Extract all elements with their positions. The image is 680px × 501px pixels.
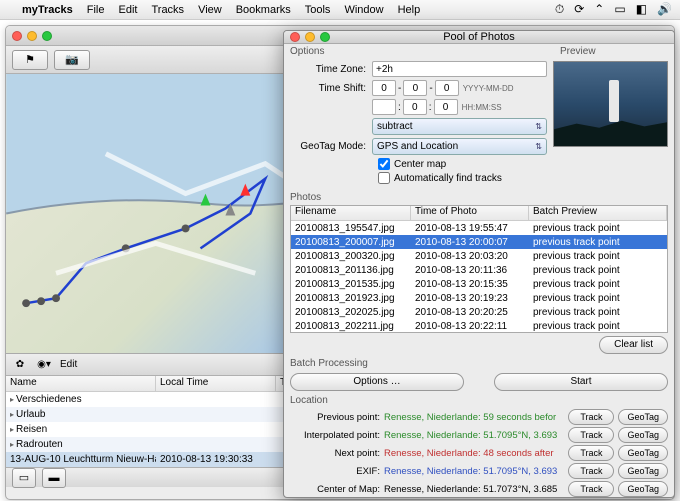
display-icon[interactable]: ▭ xyxy=(614,2,625,17)
eye-icon[interactable]: ◉▾ xyxy=(36,359,52,370)
pool-title: Pool of Photos xyxy=(443,31,515,43)
gear-icon[interactable]: ✿ xyxy=(12,359,28,370)
center-map-checkbox[interactable]: Center map xyxy=(378,158,547,170)
table-row[interactable]: 20100813_202025.jpg2010-08-13 20:20:25pr… xyxy=(291,305,667,319)
geotag-button[interactable]: GeoTag xyxy=(618,481,668,497)
volume-icon[interactable]: 🔊 xyxy=(657,2,672,17)
location-row: Interpolated point:Renesse, Niederlande:… xyxy=(290,426,668,444)
menu-tracks[interactable]: Tracks xyxy=(151,4,184,16)
app-menu[interactable]: myTracks xyxy=(22,4,73,16)
auto-find-checkbox[interactable]: Automatically find tracks xyxy=(378,172,547,184)
tz-label: Time Zone: xyxy=(290,64,372,75)
track-button[interactable]: Track xyxy=(568,481,614,497)
table-row[interactable]: 20100813_201535.jpg2010-08-13 20:15:35pr… xyxy=(291,277,667,291)
menu-edit[interactable]: Edit xyxy=(119,4,138,16)
location-row: EXIF:Renesse, Niederlande: 51.7095°N, 3.… xyxy=(290,462,668,480)
photos-label: Photos xyxy=(284,190,674,203)
pool-window: Pool of Photos Options Preview Time Zone… xyxy=(283,30,675,498)
options-panel: Time Zone: Time Shift: - - YYYY-MM-DD : … xyxy=(290,61,547,186)
shift-month[interactable] xyxy=(403,80,427,96)
close-icon[interactable] xyxy=(12,31,22,41)
geotag-mode-select[interactable]: GPS and Location xyxy=(372,138,547,155)
add-track-button[interactable]: ▭ xyxy=(12,468,36,488)
geotag-button[interactable]: GeoTag xyxy=(618,445,668,461)
table-row[interactable]: 20100813_195547.jpg2010-08-13 19:55:47pr… xyxy=(291,221,667,235)
timezone-input[interactable] xyxy=(372,61,547,77)
track-button[interactable]: Track xyxy=(568,427,614,443)
hint-date: YYYY-MM-DD xyxy=(459,84,514,93)
photo-table: Filename Time of Photo Batch Preview 201… xyxy=(290,205,668,333)
track-button[interactable]: Track xyxy=(568,409,614,425)
zoom-icon[interactable] xyxy=(42,31,52,41)
pool-titlebar: Pool of Photos xyxy=(284,31,674,44)
shift-min[interactable] xyxy=(403,99,427,115)
shift-year[interactable] xyxy=(372,80,396,96)
folder-button[interactable]: ▬ xyxy=(42,468,66,488)
sync-icon[interactable]: ⟳ xyxy=(574,2,584,17)
mode-label: GeoTag Mode: xyxy=(290,141,372,152)
shift-day[interactable] xyxy=(435,80,459,96)
table-row[interactable]: 20100813_200007.jpg2010-08-13 20:00:07pr… xyxy=(291,235,667,249)
geotag-button[interactable]: GeoTag xyxy=(618,427,668,443)
clock-icon[interactable]: ⏱ xyxy=(555,2,564,17)
batch-options-button[interactable]: Options … xyxy=(290,373,464,391)
col-name[interactable]: Name xyxy=(6,376,156,391)
geotag-button[interactable]: GeoTag xyxy=(618,463,668,479)
shift-sec[interactable] xyxy=(434,99,458,115)
col-localtime[interactable]: Local Time xyxy=(156,376,276,391)
preview-panel xyxy=(553,61,668,186)
minimize-icon[interactable] xyxy=(27,31,37,41)
zoom-icon[interactable] xyxy=(320,32,330,42)
location-row: Center of Map:Renesse, Niederlande: 51.7… xyxy=(290,480,668,498)
location-row: Previous point:Renesse, Niederlande: 59 … xyxy=(290,408,668,426)
camera-button[interactable]: 📷 xyxy=(54,50,90,70)
menu-tools[interactable]: Tools xyxy=(305,4,331,16)
wifi-icon[interactable]: ⌃ xyxy=(594,2,604,17)
hint-time: HH:MM:SS xyxy=(458,103,502,112)
col-batchpreview[interactable]: Batch Preview xyxy=(529,206,667,220)
location-row: Next point:Renesse, Niederlande: 48 seco… xyxy=(290,444,668,462)
preview-image xyxy=(553,61,668,147)
track-button[interactable]: Track xyxy=(568,463,614,479)
track-button[interactable]: Track xyxy=(568,445,614,461)
shift-hour[interactable] xyxy=(372,99,396,115)
clear-list-button[interactable]: Clear list xyxy=(599,336,668,354)
geotag-button[interactable]: GeoTag xyxy=(618,409,668,425)
table-row[interactable]: 20100813_201923.jpg2010-08-13 20:19:23pr… xyxy=(291,291,667,305)
table-row[interactable]: 20100813_201136.jpg2010-08-13 20:11:36pr… xyxy=(291,263,667,277)
batch-start-button[interactable]: Start xyxy=(494,373,668,391)
col-phototime[interactable]: Time of Photo xyxy=(411,206,529,220)
close-icon[interactable] xyxy=(290,32,300,42)
shift-op-select[interactable]: subtract xyxy=(372,118,547,135)
col-filename[interactable]: Filename xyxy=(291,206,411,220)
menu-bookmarks[interactable]: Bookmarks xyxy=(236,4,291,16)
location-panel: Previous point:Renesse, Niederlande: 59 … xyxy=(284,406,674,498)
battery-icon[interactable]: ◧ xyxy=(636,2,647,17)
location-label: Location xyxy=(284,393,674,406)
menu-help[interactable]: Help xyxy=(398,4,421,16)
table-row[interactable]: 20100813_202211.jpg2010-08-13 20:22:11pr… xyxy=(291,319,667,333)
menubar: myTracks File Edit Tracks View Bookmarks… xyxy=(0,0,680,20)
batch-label: Batch Processing xyxy=(284,356,674,369)
menu-window[interactable]: Window xyxy=(344,4,383,16)
shift-label: Time Shift: xyxy=(290,83,372,94)
table-row[interactable]: 20100813_200320.jpg2010-08-13 20:03:20pr… xyxy=(291,249,667,263)
edit-label[interactable]: Edit xyxy=(60,359,77,370)
options-label: Options xyxy=(284,44,554,57)
minimize-icon[interactable] xyxy=(305,32,315,42)
flag-button[interactable]: ⚑ xyxy=(12,50,48,70)
preview-label: Preview xyxy=(554,44,674,57)
menu-file[interactable]: File xyxy=(87,4,105,16)
menu-view[interactable]: View xyxy=(198,4,222,16)
